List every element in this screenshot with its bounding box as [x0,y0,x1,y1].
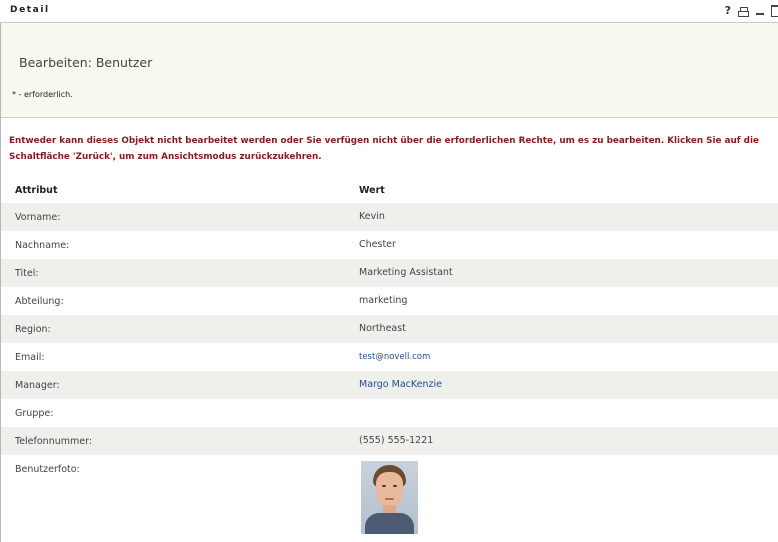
attribute-label: Vorname: [15,212,61,223]
table-row-department: Abteilung: marketing [1,287,778,315]
attribute-label: Titel: [15,268,39,279]
table-row-firstname: Vorname: Kevin [1,203,778,231]
table-row-region: Region: Northeast [1,315,778,343]
table-row-email: Email: test@novell.com [1,343,778,371]
printer-icon[interactable] [738,6,749,17]
column-header-value: Wert [359,185,385,196]
table-row-photo: Benutzerfoto: [1,455,778,535]
table-row-manager: Manager: Margo MacKenzie [1,371,778,399]
attribute-value: Kevin [359,211,385,222]
page-title: Bearbeiten: Benutzer [19,55,153,70]
attribute-label: Gruppe: [15,408,54,419]
attribute-value: (555) 555-1221 [359,435,434,446]
attribute-table: Vorname: Kevin Nachname: Chester Titel: … [1,203,778,535]
required-note: * - erforderlich. [12,90,73,99]
help-icon[interactable]: ? [725,3,731,19]
table-row-group: Gruppe: [1,399,778,427]
permission-error-message: Entweder kann dieses Objekt nicht bearbe… [9,136,759,162]
attribute-value: marketing [359,295,408,306]
minimize-icon[interactable] [756,7,764,15]
attribute-value: Chester [359,239,396,250]
table-row-title: Titel: Marketing Assistant [1,259,778,287]
user-photo [361,461,418,534]
maximize-icon[interactable] [771,5,778,17]
attribute-value: Marketing Assistant [359,267,453,278]
form-header-panel: Bearbeiten: Benutzer * - erforderlich. [1,23,778,118]
attribute-value: Northeast [359,323,406,334]
column-header-attribute: Attribut [15,185,58,196]
table-row-phone: Telefonnummer: (555) 555-1221 [1,427,778,455]
attribute-label: Telefonnummer: [15,436,93,447]
table-row-lastname: Nachname: Chester [1,231,778,259]
table-header: Attribut Wert [1,178,778,203]
attribute-label: Email: [15,352,45,363]
portlet-title: Detail [10,5,50,15]
attribute-label: Nachname: [15,240,70,251]
portlet-titlebar: Detail ? [0,0,778,23]
attribute-label: Benutzerfoto: [15,464,80,475]
attribute-label: Abteilung: [15,296,64,307]
email-link[interactable]: test@novell.com [359,352,430,362]
attribute-label: Manager: [15,380,60,391]
titlebar-tools: ? [725,3,778,19]
attribute-label: Region: [15,324,51,335]
manager-link[interactable]: Margo MacKenzie [359,379,442,390]
